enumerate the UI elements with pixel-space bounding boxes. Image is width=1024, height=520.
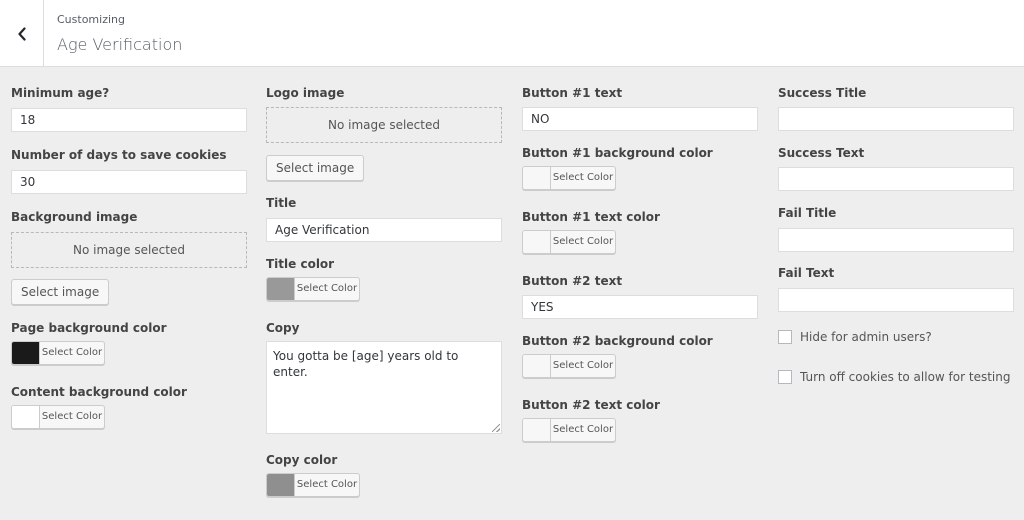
copy-textarea[interactable]: You gotta be [age] years old to enter. [266,341,502,434]
btn1-bg-color-button-label: Select Color [552,172,614,183]
btn1-text-color-swatch [523,231,551,253]
btn2-bg-color-swatch [523,355,551,377]
back-button[interactable] [0,0,44,67]
cookies-off-label: Turn off cookies to allow for testing [800,370,1011,384]
hide-admin-label: Hide for admin users? [800,330,932,344]
page-bg-color-picker[interactable]: Select Color [11,341,105,365]
title-color-swatch [267,278,295,300]
btn1-text-color-label: Button #1 text color [522,210,660,224]
cookies-off-option: Turn off cookies to allow for testing [778,370,1010,384]
page-bg-color-swatch [12,342,40,364]
btn1-text-label: Button #1 text [522,86,623,100]
logo-image-dropzone[interactable]: No image selected [266,107,502,143]
fail-title-input[interactable] [778,228,1014,252]
page-bg-color-button-label: Select Color [41,347,103,358]
copy-label: Copy [266,321,300,335]
cookies-off-checkbox[interactable] [778,370,792,384]
success-text-label: Success Text [778,146,865,160]
btn2-bg-color-label: Button #2 background color [522,334,713,348]
btn1-bg-color-picker[interactable]: Select Color [522,166,616,190]
success-title-input[interactable] [778,107,1014,131]
btn2-text-color-swatch [523,419,551,441]
bg-image-label: Background image [11,210,138,224]
btn1-bg-color-swatch [523,167,551,189]
title-color-label: Title color [266,257,335,271]
min-age-input[interactable]: 18 [11,108,247,132]
btn2-text-color-label: Button #2 text color [522,398,660,412]
fail-title-label: Fail Title [778,206,837,220]
logo-image-select-button[interactable]: Select image [266,155,365,181]
btn1-text-color-picker[interactable]: Select Color [522,230,616,254]
title-label: Title [266,196,297,210]
bg-image-dropzone[interactable]: No image selected [11,232,247,268]
chevron-left-icon [17,26,26,41]
fail-text-input[interactable] [778,288,1014,312]
copy-color-button-label: Select Color [296,479,358,490]
hide-admin-option: Hide for admin users? [778,330,932,344]
bg-image-empty-text: No image selected [73,243,185,257]
success-title-label: Success Title [778,86,867,100]
title-color-button-label: Select Color [296,283,358,294]
bg-image-select-button[interactable]: Select image [11,279,110,305]
fail-text-label: Fail Text [778,266,835,280]
btn1-text-input[interactable]: NO [522,107,758,131]
btn1-bg-color-label: Button #1 background color [522,146,713,160]
copy-color-label: Copy color [266,453,338,467]
btn2-bg-color-button-label: Select Color [552,360,614,371]
btn2-text-color-picker[interactable]: Select Color [522,418,616,442]
page-bg-color-label: Page background color [11,321,167,335]
btn2-text-color-button-label: Select Color [552,424,614,435]
cookie-days-input[interactable]: 30 [11,170,247,194]
logo-image-empty-text: No image selected [328,118,440,132]
btn2-bg-color-picker[interactable]: Select Color [522,354,616,378]
copy-color-picker[interactable]: Select Color [266,473,360,497]
title-input[interactable]: Age Verification [266,218,502,242]
logo-image-label: Logo image [266,86,345,100]
content-bg-color-swatch [12,406,40,428]
page-title: Age Verification [57,35,183,54]
success-text-input[interactable] [778,167,1014,191]
cookie-days-label: Number of days to save cookies [11,148,227,162]
min-age-label: Minimum age? [11,86,110,100]
btn2-text-input[interactable]: YES [522,295,758,319]
content-bg-color-button-label: Select Color [41,411,103,422]
content-bg-color-picker[interactable]: Select Color [11,405,105,429]
customizing-eyebrow: Customizing [57,13,125,26]
btn1-text-color-button-label: Select Color [552,236,614,247]
title-color-picker[interactable]: Select Color [266,277,360,301]
content-bg-color-label: Content background color [11,385,187,399]
copy-color-swatch [267,474,295,496]
hide-admin-checkbox[interactable] [778,330,792,344]
resize-grip-icon[interactable] [492,424,500,432]
copy-textarea-value: You gotta be [age] years old to enter. [273,349,459,379]
customizer-header: Customizing Age Verification [0,0,1024,67]
btn2-text-label: Button #2 text [522,274,623,288]
